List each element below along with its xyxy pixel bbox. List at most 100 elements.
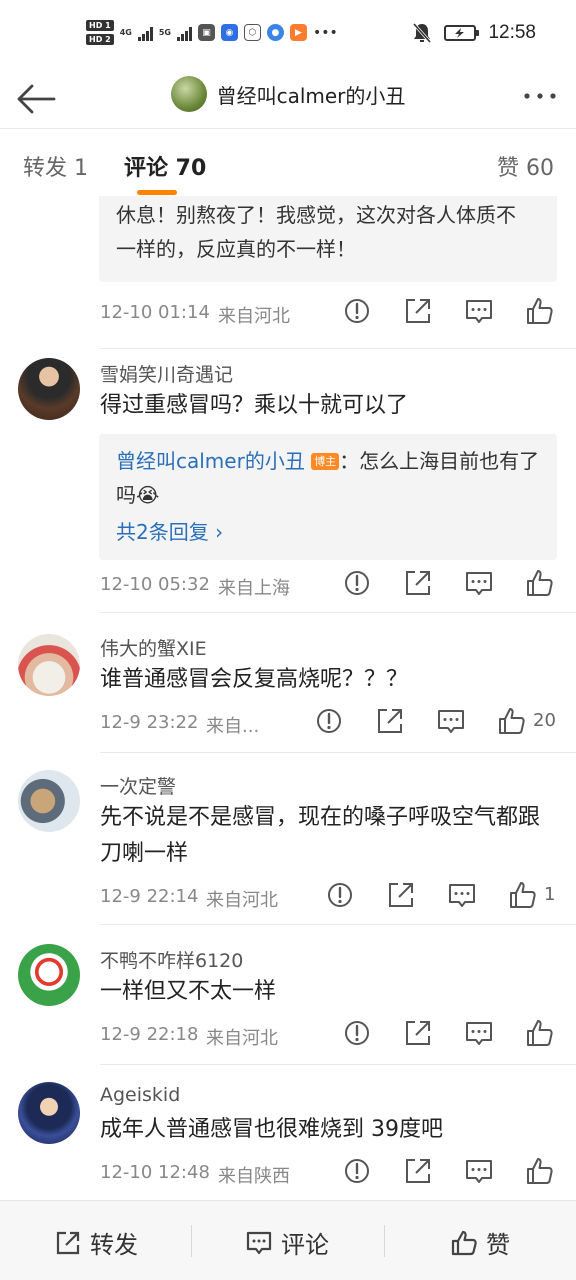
repost-label: 转发 (90, 1231, 138, 1259)
reply-line: 休息！别熬夜了！我感觉，这次对各人体质不 (116, 203, 516, 227)
reply-line: 一样的，反应真的不一样！ (116, 237, 356, 261)
comment-location: 来自河北 (206, 1028, 278, 1049)
report-icon[interactable] (314, 706, 344, 736)
comment-time: 12-10 05:32 (100, 574, 210, 595)
network-5g-label: 5G (158, 27, 171, 37)
share-icon[interactable] (375, 706, 405, 736)
comment-list: 曾经叫calmer的小丑 博主：保重身体，早点休息！别熬夜了！我感觉，这次对各人… (0, 196, 576, 1200)
comment-button[interactable]: 评论 (245, 1225, 329, 1260)
comment-text[interactable]: 一样但又不太一样 (100, 974, 560, 1010)
reply-icon[interactable] (436, 706, 466, 736)
reply-text-partial: 曾经叫calmer的小丑 博主：保重身体，早点休息！别熬夜了！我感觉，这次对各人… (116, 196, 540, 266)
top-header: 曾经叫calmer的小丑 (0, 72, 576, 128)
thumbs-up-icon[interactable] (525, 568, 555, 598)
report-icon[interactable] (342, 296, 372, 326)
share-icon[interactable] (403, 1018, 433, 1048)
reply-icon[interactable] (447, 880, 477, 910)
reply-username[interactable]: 曾经叫calmer的小丑 (116, 449, 305, 473)
row-divider (100, 612, 576, 613)
thumbs-up-icon[interactable] (525, 1018, 555, 1048)
report-icon[interactable] (342, 568, 372, 598)
reply-box[interactable]: 曾经叫calmer的小丑 博主 ：怎么上海目前也有了吗😭 共2条回复 › (99, 434, 557, 560)
thumbs-up-icon[interactable] (508, 880, 538, 910)
thumbs-up-icon[interactable] (497, 706, 527, 736)
comment-time: 12-9 22:18 (100, 1024, 199, 1045)
comment-username[interactable]: 伟大的蟹XIE (100, 634, 207, 661)
thumbs-up-icon (451, 1230, 477, 1255)
reply-icon[interactable] (464, 1018, 494, 1048)
network-4g-label: 4G (119, 27, 132, 37)
like-count: 20 (533, 710, 556, 731)
reply-icon[interactable] (464, 296, 494, 326)
row-divider (100, 752, 576, 753)
comment-time: 12-9 22:14 (100, 886, 199, 907)
comment-username[interactable]: 一次定警 (100, 772, 176, 799)
tab-comments[interactable]: 评论 70 (124, 150, 206, 182)
row-divider (100, 924, 576, 925)
signal-icon-2 (176, 25, 192, 41)
huawei-app-icon: ▣ (197, 24, 215, 41)
more-options-icon[interactable] (520, 86, 560, 106)
comment-icon (246, 1231, 272, 1254)
signal-icon (137, 25, 153, 41)
bulb-app-icon: ◉ (220, 24, 238, 41)
hd1-label: HD 1 (86, 20, 114, 31)
comment-location: 来自河北 (218, 306, 290, 327)
bottom-divider (384, 1225, 385, 1257)
comment-username[interactable]: 不鸭不咋样6120 (100, 946, 243, 973)
comment-username[interactable]: Ageiskid (100, 1084, 180, 1106)
comment-time: 12-9 23:22 (100, 712, 199, 733)
avatar[interactable] (18, 358, 80, 420)
report-icon[interactable] (342, 1018, 372, 1048)
header-divider (0, 128, 576, 129)
comment-time: 12-10 12:48 (100, 1162, 210, 1183)
share-icon (56, 1231, 80, 1254)
reply-icon[interactable] (464, 1156, 494, 1186)
reply-text: 曾经叫calmer的小丑 博主 ：怎么上海目前也有了吗😭 (116, 444, 540, 512)
clock: 12:58 (488, 22, 536, 43)
mute-bell-icon (413, 23, 432, 43)
share-icon[interactable] (386, 880, 416, 910)
page-title[interactable]: 曾经叫calmer的小丑 (217, 80, 406, 109)
bottom-action-bar: 转发 评论 赞 (0, 1200, 576, 1280)
avatar[interactable] (18, 944, 80, 1006)
more-notifications-icon: ••• (312, 24, 338, 41)
comment-text[interactable]: 得过重感冒吗？乘以十就可以了 (100, 388, 560, 424)
like-button[interactable]: 赞 (450, 1225, 510, 1260)
tab-likes[interactable]: 赞 60 (497, 150, 554, 182)
share-icon[interactable] (403, 568, 433, 598)
status-bar: HD 1 HD 2 4G 5G ▣ ◉ ⬡ ● ▶ ••• 12:58 (0, 0, 576, 72)
active-tab-indicator (137, 190, 177, 195)
comment-username[interactable]: 雪娟笑川奇遇记 (100, 360, 233, 387)
play-app-icon: ▶ (289, 24, 307, 41)
hd-indicator: HD 1 HD 2 (86, 20, 114, 45)
status-left: HD 1 HD 2 4G 5G ▣ ◉ ⬡ ● ▶ ••• (86, 20, 338, 45)
comment-text[interactable]: 先不说是不是感冒，现在的嗓子呼吸空气都跟刀喇一样 (100, 800, 560, 872)
avatar[interactable] (18, 770, 80, 832)
header-title-group[interactable]: 曾经叫calmer的小丑 (0, 76, 576, 112)
thumbs-up-icon[interactable] (525, 1156, 555, 1186)
hexagon-app-icon: ⬡ (243, 24, 261, 41)
view-replies-link[interactable]: 共2条回复 › (116, 516, 223, 545)
comment-label: 评论 (281, 1231, 329, 1259)
status-right: 12:58 (412, 22, 536, 44)
share-icon[interactable] (403, 296, 433, 326)
reply-icon[interactable] (464, 568, 494, 598)
reply-box[interactable]: 曾经叫calmer的小丑 博主：保重身体，早点休息！别熬夜了！我感觉，这次对各人… (99, 196, 557, 282)
avatar[interactable] (18, 634, 80, 696)
share-icon[interactable] (403, 1156, 433, 1186)
comment-text[interactable]: 成年人普通感冒也很难烧到 39度吧 (100, 1112, 560, 1148)
repost-button[interactable]: 转发 (54, 1225, 138, 1260)
comment-text[interactable]: 谁普通感冒会反复高烧呢？？？ (100, 662, 560, 698)
hd2-label: HD 2 (86, 34, 114, 45)
report-icon[interactable] (342, 1156, 372, 1186)
row-divider (100, 348, 576, 349)
report-icon[interactable] (325, 880, 355, 910)
avatar[interactable] (18, 1082, 80, 1144)
avatar[interactable] (170, 76, 207, 112)
comment-time: 12-10 01:14 (100, 302, 210, 323)
comment-location: 来自... (206, 716, 260, 737)
thumbs-up-icon[interactable] (525, 296, 555, 326)
comment-location: 来自河北 (206, 890, 278, 911)
tab-repost[interactable]: 转发 1 (23, 150, 88, 182)
